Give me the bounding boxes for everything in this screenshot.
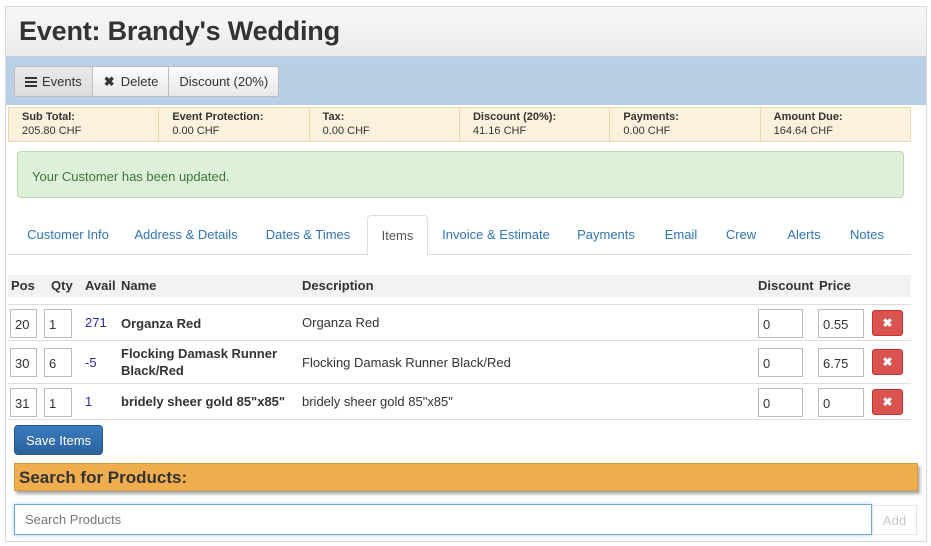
tab-customer-info[interactable]: Customer Info [13,215,123,255]
tab-email[interactable]: Email [660,215,702,255]
search-products-input[interactable] [14,504,872,535]
summary-value: 0.00 CHF [322,125,370,137]
price-input[interactable]: 0.55 [818,309,864,338]
header-qty: Qty [51,278,73,293]
price-input[interactable]: 6.75 [818,348,864,377]
header-name: Name [121,278,157,293]
discount-button-label: Discount (20%) [179,74,269,89]
event-window: Event: Brandy's Wedding Events ✖ Delete … [5,6,927,542]
item-name: Organza Red [121,316,202,331]
discount-input[interactable]: 0 [758,309,803,338]
avail-value: 271 [85,315,107,330]
item-description: Organza Red [302,315,380,330]
header-price: Price [819,278,851,293]
close-icon: ✖ [882,395,893,409]
tab-crew[interactable]: Crew [720,215,762,255]
table-bottom-border [8,419,911,420]
event-tabs: Customer Info Address & Details Dates & … [8,215,911,256]
summary-label: Amount Due: [773,111,843,123]
item-description: Flocking Damask Runner Black/Red [302,355,511,370]
summary-value: 205.80 CHF [22,125,82,137]
add-product-button[interactable]: Add [872,505,917,535]
table-row: 20 1 271 Organza Red Organza Red 0 0.55 … [8,304,911,340]
close-icon: ✖ [103,73,115,89]
title-bar: Event: Brandy's Wedding [6,7,926,57]
pos-input[interactable]: 30 [10,348,37,377]
table-header: Pos Qty Avail Name Description Discount … [8,275,911,297]
summary-label: Tax: [322,111,345,123]
close-icon: ✖ [882,316,893,330]
summary-label: Discount (20%): [472,111,557,123]
summary-event-protection: Event Protection: 0.00 CHF [159,108,310,141]
toolbar-button-group: Events ✖ Delete Discount (20%) [14,66,280,97]
qty-input[interactable]: 1 [44,388,72,417]
delete-row-button[interactable]: ✖ [872,349,903,375]
header-pos: Pos [11,278,35,293]
summary-discount: Discount (20%): 41.16 CHF [460,108,611,141]
success-alert: Your Customer has been updated. [17,151,904,198]
page-title: Event: Brandy's Wedding [19,16,340,46]
close-icon: ✖ [882,355,893,369]
table-row: 30 6 -5 Flocking Damask Runner Black/Red… [8,340,911,383]
delete-row-button[interactable]: ✖ [872,389,903,415]
summary-label: Payments: [623,111,679,123]
pos-input[interactable]: 31 [10,388,37,417]
avail-value: -5 [85,355,97,370]
item-name: bridely sheer gold 85"x85" [121,394,286,409]
summary-value: 164.64 CHF [773,125,833,137]
qty-input[interactable]: 6 [44,348,72,377]
discount-input[interactable]: 0 [758,388,803,417]
summary-tax: Tax: 0.00 CHF [310,108,460,141]
header-description: Description [302,278,374,293]
price-input[interactable]: 0 [818,388,864,417]
tab-address-details[interactable]: Address & Details [130,215,242,255]
tab-payments[interactable]: Payments [571,215,641,255]
totals-summary: Sub Total: 205.80 CHF Event Protection: … [8,107,911,142]
summary-amount-due: Amount Due: 164.64 CHF [761,108,910,141]
table-row: 31 1 1 bridely sheer gold 85"x85" bridel… [8,383,911,419]
tab-dates-times[interactable]: Dates & Times [260,215,356,255]
header-avail: Avail [85,278,116,293]
summary-value: 0.00 CHF [172,125,220,137]
header-discount: Discount [758,278,814,293]
tab-items[interactable]: Items [367,215,428,256]
delete-row-button[interactable]: ✖ [872,310,903,336]
summary-subtotal: Sub Total: 205.80 CHF [9,108,160,141]
qty-input[interactable]: 1 [44,309,72,338]
summary-label: Sub Total: [22,111,75,123]
delete-button[interactable]: ✖ Delete [91,66,170,97]
avail-value: 1 [85,394,93,409]
item-name: Flocking Damask Runner Black/Red [121,346,278,378]
discount-input[interactable]: 0 [758,348,803,377]
search-products-header: Search for Products: [14,463,918,491]
save-items-button[interactable]: Save Items [14,425,104,455]
tab-invoice-estimate[interactable]: Invoice & Estimate [438,215,554,255]
summary-payments: Payments: 0.00 CHF [610,108,761,141]
events-button-label: Events [42,74,82,89]
tab-alerts[interactable]: Alerts [781,215,827,255]
summary-value: 41.16 CHF [472,125,527,137]
pos-input[interactable]: 20 [10,309,37,338]
events-button[interactable]: Events [14,66,93,97]
delete-button-label: Delete [120,74,159,89]
tab-notes[interactable]: Notes [844,215,890,255]
list-icon [25,76,37,87]
item-description: bridely sheer gold 85"x85" [302,394,453,409]
summary-value: 0.00 CHF [623,125,671,137]
toolbar: Events ✖ Delete Discount (20%) [6,57,926,105]
summary-label: Event Protection: [172,111,264,123]
discount-button[interactable]: Discount (20%) [168,66,280,97]
